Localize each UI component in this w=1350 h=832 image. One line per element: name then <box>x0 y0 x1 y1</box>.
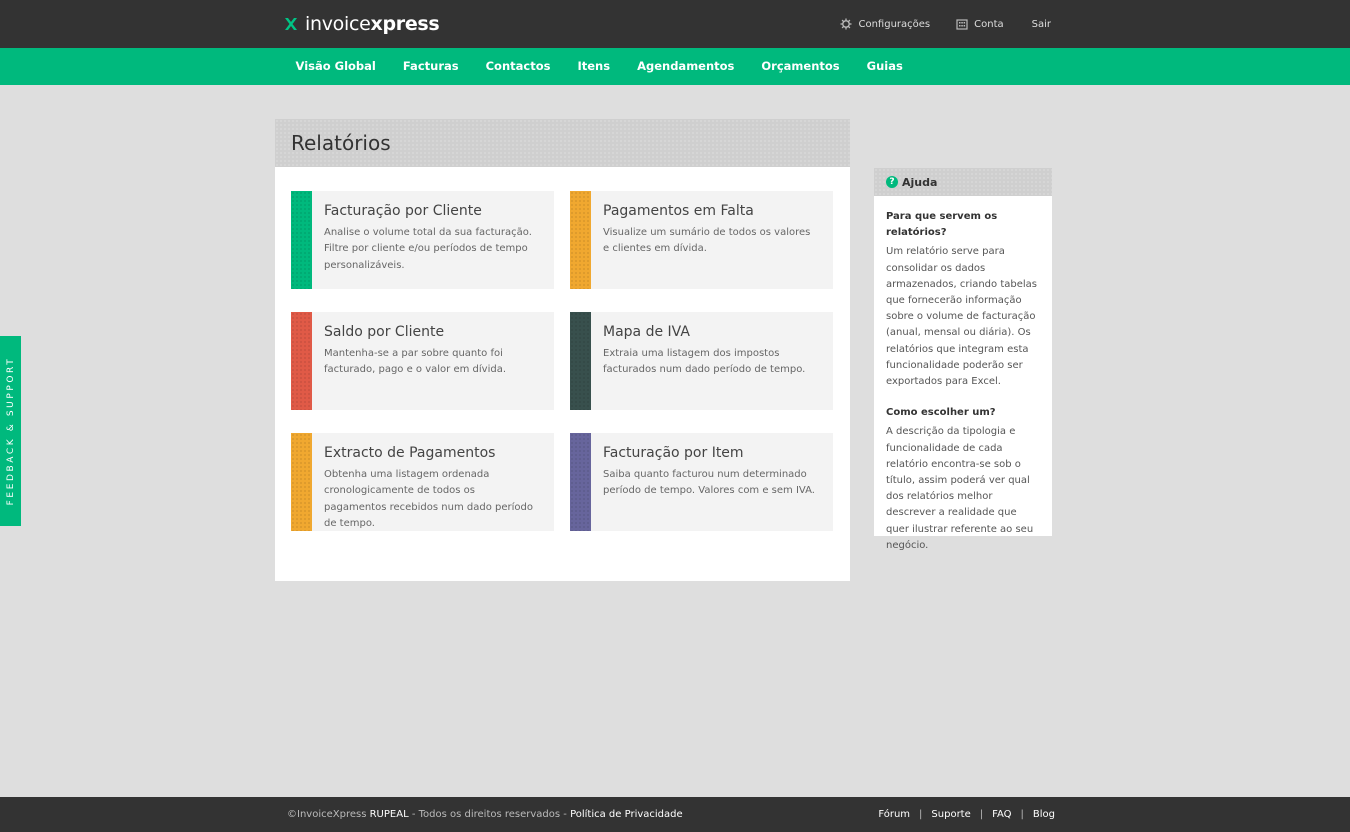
card-title: Facturação por Cliente <box>324 203 482 219</box>
card-color-bar <box>291 433 312 531</box>
footer-link-suporte[interactable]: Suporte <box>931 797 970 832</box>
company-link[interactable]: RUPEAL <box>370 809 409 820</box>
top-links: Configurações Conta Sair <box>840 16 1051 32</box>
nav-item-guias[interactable]: Guias <box>853 48 916 85</box>
card-description: Analise o volume total da sua facturação… <box>324 227 532 271</box>
card-description: Obtenha uma listagem ordenada cronologic… <box>324 469 533 529</box>
question-icon: ? <box>886 176 898 188</box>
nav-item-contactos[interactable]: Contactos <box>472 48 564 85</box>
settings-link[interactable]: Configurações <box>840 18 930 30</box>
account-link-label: Conta <box>974 18 1004 30</box>
report-card-extracto-pagamentos[interactable]: Extracto de Pagamentos Obtenha uma lista… <box>291 433 554 531</box>
footer-link-faq[interactable]: FAQ <box>992 797 1011 832</box>
nav-item-agendamentos[interactable]: Agendamentos <box>624 48 748 85</box>
card-description: Extraia uma listagem dos impostos factur… <box>603 348 806 376</box>
rights-text: - Todos os direitos reservados - <box>408 809 571 820</box>
nav-item-visao-global[interactable]: Visão Global <box>282 48 389 85</box>
card-color-bar <box>291 312 312 410</box>
logo-text-light: invoice <box>305 13 371 35</box>
logo-text: invoicexpress <box>305 13 440 35</box>
report-card-pagamentos-falta[interactable]: Pagamentos em Falta Visualize um sumário… <box>570 191 833 289</box>
help-body: Para que servem os relatórios? Um relató… <box>874 196 1052 554</box>
account-link[interactable]: Conta <box>956 18 1004 30</box>
logo[interactable]: invoicexpress <box>283 12 440 36</box>
building-icon <box>956 19 968 30</box>
report-card-mapa-iva[interactable]: Mapa de IVA Extraia uma listagem dos imp… <box>570 312 833 410</box>
gear-icon <box>840 18 852 30</box>
card-description: Saiba quanto facturou num determinado pe… <box>603 469 815 497</box>
help-header: ? Ajuda <box>874 168 1052 196</box>
privacy-policy-link[interactable]: Política de Privacidade <box>570 809 683 820</box>
reports-panel-header: Relatórios <box>275 119 850 167</box>
card-color-bar <box>291 191 312 289</box>
card-color-bar <box>570 312 591 410</box>
card-description: Mantenha-se a par sobre quanto foi factu… <box>324 348 506 376</box>
nav-item-itens[interactable]: Itens <box>564 48 624 85</box>
help-question: Para que servem os relatórios? <box>886 211 998 239</box>
help-answer: Um relatório serve para consolidar os da… <box>886 246 1037 388</box>
card-title: Saldo por Cliente <box>324 324 445 340</box>
report-card-saldo-cliente[interactable]: Saldo por Cliente Mantenha-se a par sobr… <box>291 312 554 410</box>
footer-links: Fórum | Suporte | FAQ | Blog <box>878 797 1055 832</box>
report-card-facturacao-item[interactable]: Facturação por Item Saiba quanto facturo… <box>570 433 833 531</box>
report-card-facturacao-cliente[interactable]: Facturação por Cliente Analise o volume … <box>291 191 554 289</box>
help-box: ? Ajuda Para que servem os relatórios? U… <box>874 168 1052 551</box>
footer: ©InvoiceXpress RUPEAL - Todos os direito… <box>0 797 1350 832</box>
card-title: Facturação por Item <box>603 445 744 461</box>
card-description: Visualize um sumário de todos os valores… <box>603 227 811 255</box>
logo-text-bold: xpress <box>370 13 440 35</box>
logout-link[interactable]: Sair <box>1032 19 1051 30</box>
card-title: Extracto de Pagamentos <box>324 445 496 461</box>
footer-separator: | <box>919 809 923 820</box>
logo-mark-icon <box>285 18 297 30</box>
footer-separator: | <box>1020 809 1024 820</box>
help-title: Ajuda <box>902 175 938 189</box>
top-bar: invoicexpress Configurações Conta Sair <box>0 0 1350 48</box>
footer-link-forum[interactable]: Fórum <box>878 797 910 832</box>
feedback-support-label: FEEDBACK & SUPPORT <box>5 356 16 506</box>
card-title: Mapa de IVA <box>603 324 690 340</box>
nav-item-orcamentos[interactable]: Orçamentos <box>748 48 853 85</box>
reports-panel: Relatórios Facturação por Cliente Analis… <box>275 119 850 581</box>
settings-link-label: Configurações <box>858 18 931 30</box>
copyright-text: ©InvoiceXpress <box>287 809 367 820</box>
page-title: Relatórios <box>291 131 391 155</box>
footer-copyright: ©InvoiceXpress RUPEAL - Todos os direito… <box>287 797 683 832</box>
nav-item-facturas[interactable]: Facturas <box>389 48 472 85</box>
help-question: Como escolher um? <box>886 407 996 419</box>
card-color-bar <box>570 433 591 531</box>
nav-items: Visão Global Facturas Contactos Itens Ag… <box>282 48 916 85</box>
footer-link-blog[interactable]: Blog <box>1033 797 1055 832</box>
help-answer: A descrição da tipologia e funcionalidad… <box>886 426 1034 551</box>
footer-separator: | <box>979 809 984 820</box>
card-title: Pagamentos em Falta <box>603 203 754 219</box>
main-nav: Visão Global Facturas Contactos Itens Ag… <box>0 48 1350 85</box>
logout-link-label: Sair <box>1031 18 1051 30</box>
feedback-support-tab[interactable]: FEEDBACK & SUPPORT <box>0 336 21 526</box>
card-color-bar <box>570 191 591 289</box>
